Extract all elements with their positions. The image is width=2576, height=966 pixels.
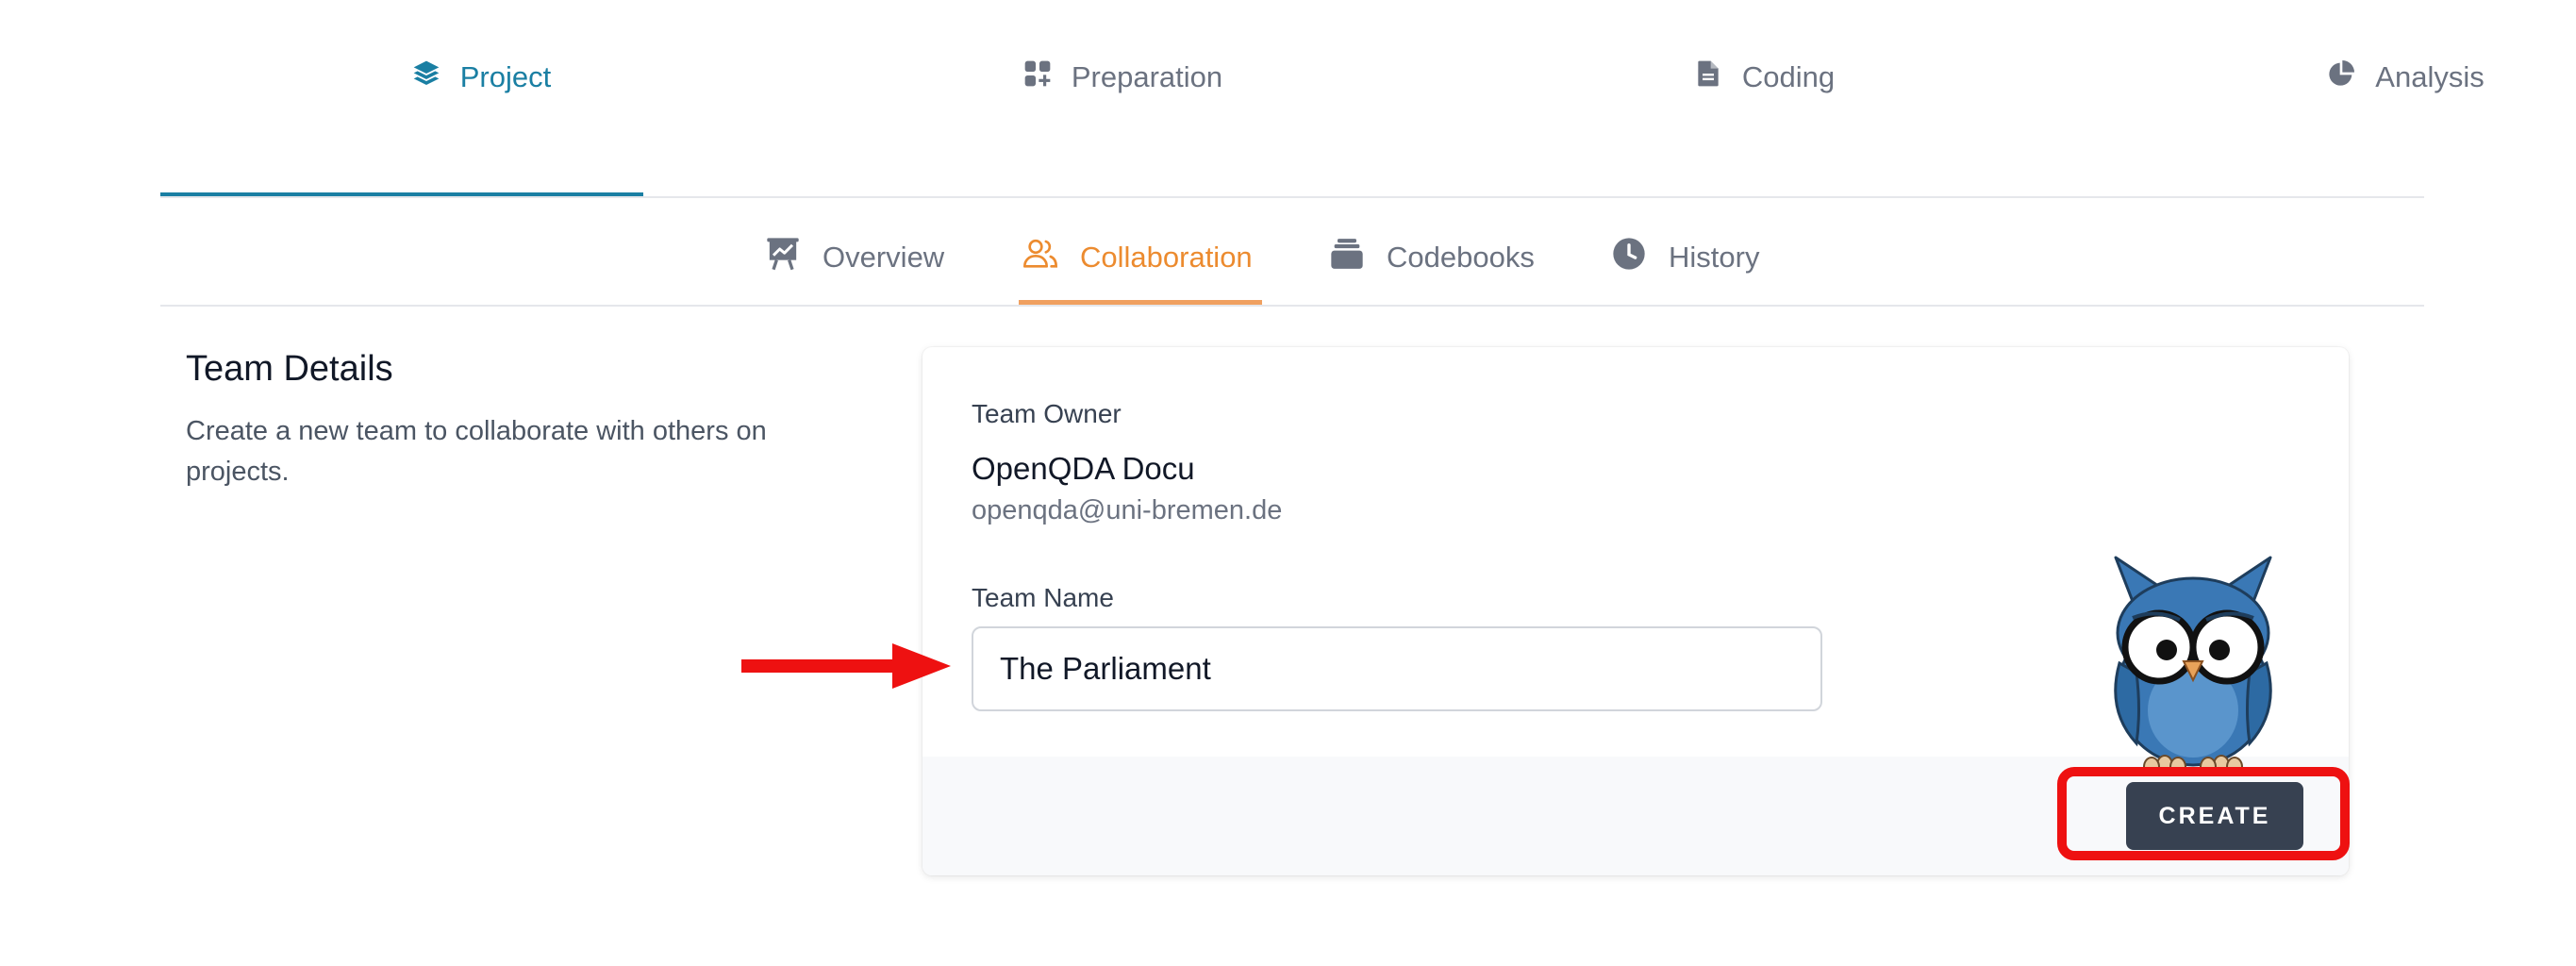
subtab-label: Collaboration [1080,240,1253,274]
top-tab-analysis[interactable]: Analysis [2085,0,2576,196]
subtab-label: Overview [823,240,945,274]
clock-icon [1610,235,1648,280]
top-tab-coding[interactable]: Coding [1443,0,2085,196]
owl-mascot [2114,556,2272,776]
presentation-chart-icon [764,235,802,280]
subtab-collaboration[interactable]: Collaboration [1022,208,1253,307]
owner-email: openqda@uni-bremen.de [972,495,1283,525]
create-button[interactable]: CREATE [2126,782,2303,850]
stack-icon [1328,235,1366,280]
section-title: Team Details [186,349,393,389]
top-tab-label: Coding [1741,60,1836,93]
divider [160,196,2424,198]
top-tab-preparation[interactable]: Preparation [802,0,1443,196]
top-tab-label: Analysis [2375,60,2485,93]
divider [160,305,2424,307]
red-arrow-annotation [741,643,951,689]
sub-navigation: Overview Collaboration Codebooks History [0,208,2576,307]
subtab-overview[interactable]: Overview [764,208,944,307]
pie-chart-icon [2326,58,2356,96]
layers-icon [411,58,441,96]
grid-plus-icon [1022,58,1053,96]
top-tab-label: Preparation [1071,60,1223,93]
top-tab-project[interactable]: Project [160,0,802,196]
subtab-label: History [1669,240,1760,274]
subtab-label: Codebooks [1387,240,1535,274]
top-navigation: Project Preparation Coding Analysis [160,0,2485,198]
team-name-label: Team Name [972,583,1114,612]
team-name-input[interactable] [972,626,1822,711]
subtab-codebooks[interactable]: Codebooks [1328,208,1535,307]
top-tab-label: Project [459,60,552,93]
subtab-history[interactable]: History [1610,208,1759,307]
document-icon [1693,58,1723,96]
section-description: Create a new team to collaborate with ot… [186,416,767,487]
users-icon [1022,235,1059,280]
team-owner-label: Team Owner [972,399,1122,428]
owner-name: OpenQDA Docu [972,451,1195,486]
